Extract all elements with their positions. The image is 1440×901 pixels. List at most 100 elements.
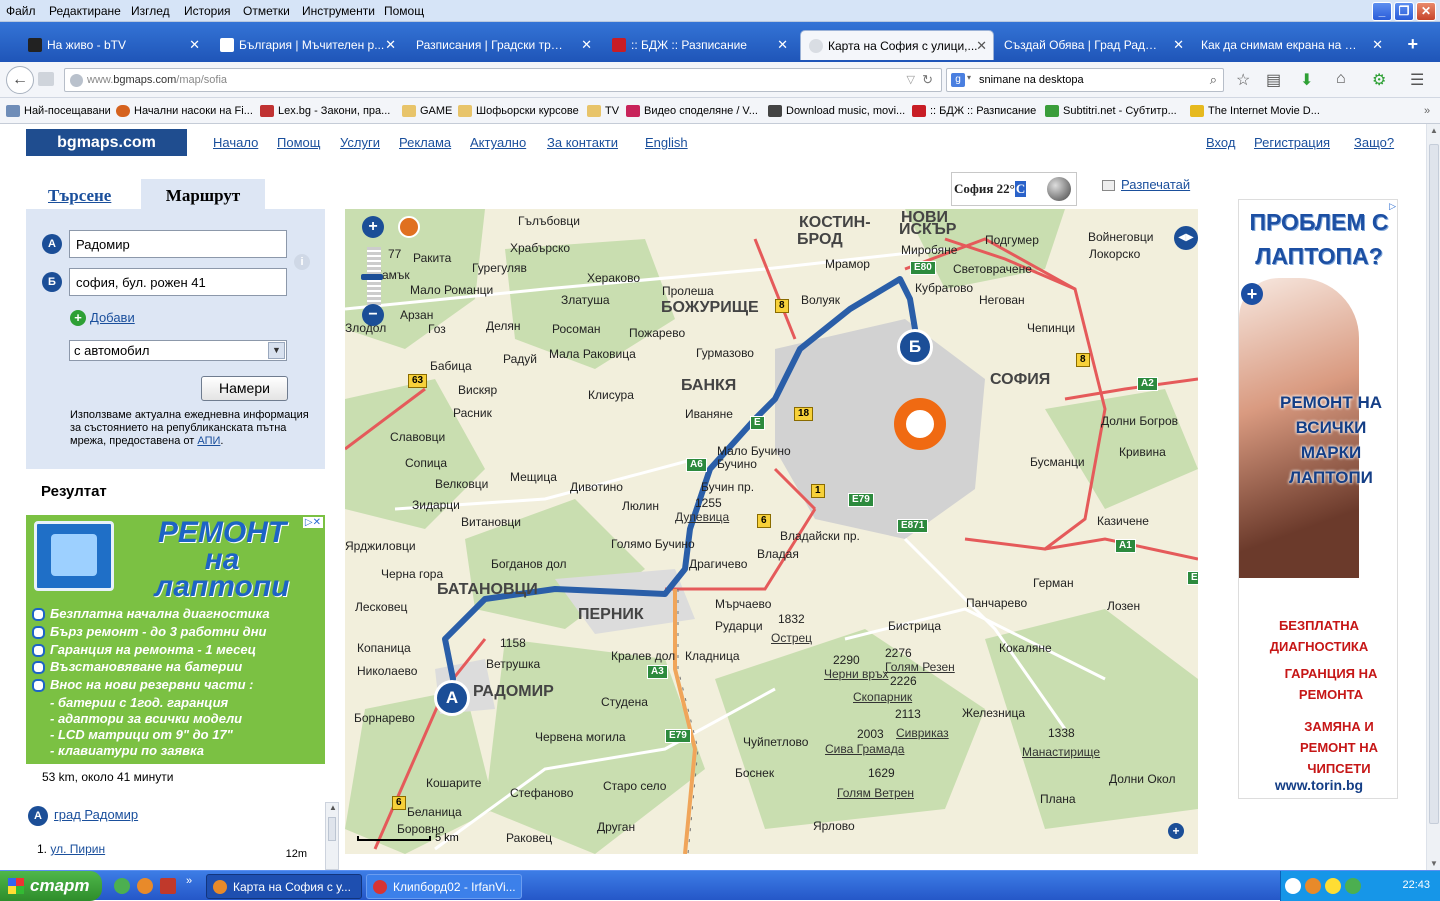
scroll-down-icon[interactable]: ▼	[1430, 859, 1438, 868]
to-input[interactable]: софия, бул. рожен 41	[69, 268, 287, 296]
chevron-down-icon[interactable]: ▼	[268, 342, 285, 359]
firefox-quicklaunch-icon[interactable]	[137, 878, 153, 894]
bookmark-item[interactable]: Download music, movi...	[768, 105, 905, 117]
step-street-link[interactable]: ул. Пирин	[50, 842, 105, 856]
pin-a-marker[interactable]: А	[434, 680, 470, 716]
minimize-icon[interactable]: _	[1372, 2, 1392, 21]
close-window-icon[interactable]: ✕	[1416, 2, 1436, 21]
bookmark-folder[interactable]: TV	[587, 105, 619, 117]
nav-home[interactable]: Начало	[213, 135, 258, 150]
page-scrollbar[interactable]: ▲ ▼	[1426, 124, 1440, 870]
tab-close-icon[interactable]: ✕	[1173, 37, 1184, 53]
tray-icon[interactable]	[1345, 878, 1361, 894]
search-engine-dropdown-icon[interactable]: ▾	[967, 73, 971, 82]
laptop-repair-ad[interactable]: РЕМОНТ на лаптопи ▷✕ Безплатна начална диа…	[26, 515, 325, 764]
download-icon[interactable]: ⬇	[1300, 70, 1313, 90]
search-input[interactable]: snimane na desktopa	[979, 74, 1084, 86]
bookmark-item[interactable]: Най-посещавани	[6, 105, 111, 117]
zoom-in-button[interactable]: +	[362, 216, 384, 238]
bookmark-item[interactable]: Lex.bg - Закони, пра...	[260, 105, 390, 117]
zoom-slider-handle[interactable]	[361, 274, 383, 280]
nav-news[interactable]: Актуално	[470, 135, 526, 150]
nav-help[interactable]: Помощ	[277, 135, 320, 150]
tab-close-icon[interactable]: ✕	[976, 38, 987, 54]
travel-mode-select[interactable]: с автомобил ▼	[69, 340, 287, 361]
from-input[interactable]: Радомир	[69, 230, 287, 258]
start-link[interactable]: град Радомир	[54, 807, 138, 822]
tab-close-icon[interactable]: ✕	[385, 37, 396, 53]
nav-english[interactable]: English	[645, 135, 688, 150]
tab-close-icon[interactable]: ✕	[581, 37, 592, 53]
site-logo[interactable]: bgmaps.com	[26, 129, 187, 156]
tab-screenshot-howto[interactable]: Как да снимам екрана на ком... ✕	[1193, 30, 1389, 60]
bookmark-item[interactable]: Начални насоки на Fi...	[116, 105, 253, 117]
search-bar[interactable]: g ▾ snimane na desktopa ⌕	[946, 68, 1224, 92]
pin-b-marker[interactable]: Б	[897, 329, 933, 365]
expand-map-icon[interactable]: ◀▶	[1174, 226, 1198, 250]
url-bar[interactable]: www.bgmaps.com/map/sofia ▽ ↻	[64, 68, 942, 92]
nav-advertising[interactable]: Реклама	[399, 135, 451, 150]
scroll-up-icon[interactable]: ▲	[1430, 126, 1438, 135]
tray-icon[interactable]	[1285, 878, 1301, 894]
new-tab-icon[interactable]: +	[1407, 34, 1418, 55]
restore-icon[interactable]: ❐	[1394, 2, 1414, 21]
bookmark-item[interactable]: The Internet Movie D...	[1190, 105, 1320, 117]
nav-services[interactable]: Услуги	[340, 135, 380, 150]
menu-help[interactable]: Помощ	[384, 4, 424, 18]
bookmark-item[interactable]: Видео споделяне / V...	[626, 105, 758, 117]
bookmark-star-icon[interactable]: ☆	[1236, 70, 1250, 90]
tray-icon[interactable]	[1325, 878, 1341, 894]
url-dropdown-icon[interactable]: ▽	[907, 73, 915, 86]
addon-icon[interactable]: ⚙	[1372, 70, 1386, 90]
ad-choices-icon[interactable]: ▷✕	[302, 517, 323, 528]
quicklaunch-more-icon[interactable]: »	[186, 875, 192, 887]
map-view[interactable]: СОФИЯ БОЖУРИЩЕ БАНКЯ ПЕРНИК БАТАНОВЦИ РА…	[345, 209, 1198, 854]
bookmarks-list-icon[interactable]: ▤	[1266, 70, 1281, 90]
tab-sofia-map[interactable]: Карта на София с улици,... ✕	[800, 30, 994, 60]
why-link[interactable]: Защо?	[1354, 135, 1394, 150]
add-waypoint-link[interactable]: + Добави	[70, 310, 135, 326]
tab-radomir-ad[interactable]: Създай Обява | Град Радомир ✕	[996, 30, 1190, 60]
bookmarks-more-icon[interactable]: »	[1424, 105, 1430, 117]
tab-btv[interactable]: На живо - bTV ✕	[20, 30, 206, 60]
start-button[interactable]: старт	[0, 871, 102, 901]
map-corner-plus-icon[interactable]: +	[1168, 823, 1184, 839]
tab-close-icon[interactable]: ✕	[1372, 37, 1383, 53]
weather-widget[interactable]: София 22°C	[951, 172, 1077, 206]
login-link[interactable]: Вход	[1206, 135, 1235, 150]
tab-bdz[interactable]: :: БДЖ :: Разписание ✕	[604, 30, 794, 60]
back-icon[interactable]: ←	[6, 66, 34, 94]
register-link[interactable]: Регистрация	[1254, 135, 1330, 150]
reload-icon[interactable]: ↻	[922, 72, 933, 88]
menu-file[interactable]: Файл	[6, 4, 36, 18]
tab-schedules[interactable]: Разписания | Градски трансп...✕	[408, 30, 598, 60]
bookmark-folder[interactable]: GAME	[402, 105, 452, 117]
pdf-quicklaunch-icon[interactable]	[160, 878, 176, 894]
layers-icon[interactable]	[398, 216, 420, 238]
zoom-out-button[interactable]: −	[362, 304, 384, 326]
directions-scrollbar[interactable]: ▲	[325, 802, 339, 870]
google-icon[interactable]: g	[951, 73, 965, 87]
menu-edit[interactable]: Редактиране	[49, 4, 121, 18]
bookmark-folder[interactable]: Шофьорски курсове	[458, 105, 579, 117]
tab-route[interactable]: Маршрут	[141, 179, 265, 209]
bookmark-item[interactable]: Subtitri.net - Субтитр...	[1045, 105, 1177, 117]
api-link[interactable]: АПИ	[197, 435, 220, 447]
laptop-problem-ad[interactable]: ПРОБЛЕМ С ЛАПТОПА? + ▷ РЕМОНТ НА ВСИЧКИ …	[1238, 199, 1398, 799]
tab-close-icon[interactable]: ✕	[189, 37, 200, 53]
clock[interactable]: 22:43	[1402, 879, 1430, 891]
menu-bookmarks[interactable]: Отметки	[243, 4, 290, 18]
tab-bulgaria[interactable]: България | Мъчителен р... ✕	[212, 30, 402, 60]
bookmark-item[interactable]: :: БДЖ :: Разписание	[912, 105, 1036, 117]
menu-tools[interactable]: Инструменти	[302, 4, 375, 18]
search-icon[interactable]: ⌕	[1210, 72, 1217, 88]
home-icon[interactable]: ⌂	[1336, 70, 1346, 88]
print-link[interactable]: Разпечатай	[1102, 177, 1190, 192]
scroll-thumb[interactable]	[1429, 144, 1439, 824]
tray-icon[interactable]	[1305, 878, 1321, 894]
url-text[interactable]: www.bgmaps.com/map/sofia	[87, 74, 227, 86]
menu-icon[interactable]: ☰	[1410, 70, 1424, 90]
find-route-button[interactable]: Намери	[201, 376, 288, 401]
tab-search[interactable]: Търсене	[48, 186, 111, 206]
taskbar-item-irfanview[interactable]: Клипборд02 - IrfanVi...	[366, 874, 522, 899]
